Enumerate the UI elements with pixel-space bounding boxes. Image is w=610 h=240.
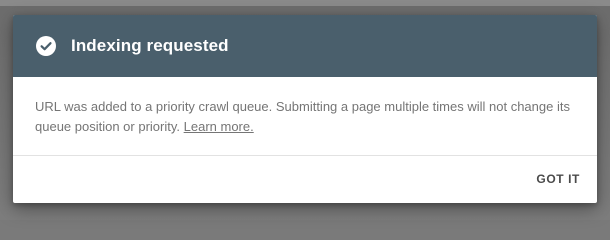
- dialog-body: URL was added to a priority crawl queue.…: [13, 77, 597, 156]
- check-circle-icon: [36, 36, 56, 56]
- dialog-header: Indexing requested: [13, 15, 597, 77]
- dialog-message: URL was added to a priority crawl queue.…: [35, 99, 570, 134]
- got-it-button[interactable]: GOT IT: [529, 165, 587, 193]
- dialog-title: Indexing requested: [71, 36, 229, 55]
- dialog-message-paragraph: URL was added to a priority crawl queue.…: [35, 97, 575, 137]
- dialog-actions: GOT IT: [13, 156, 597, 203]
- learn-more-link[interactable]: Learn more.: [184, 119, 254, 134]
- indexing-requested-dialog: Indexing requested URL was added to a pr…: [13, 15, 597, 203]
